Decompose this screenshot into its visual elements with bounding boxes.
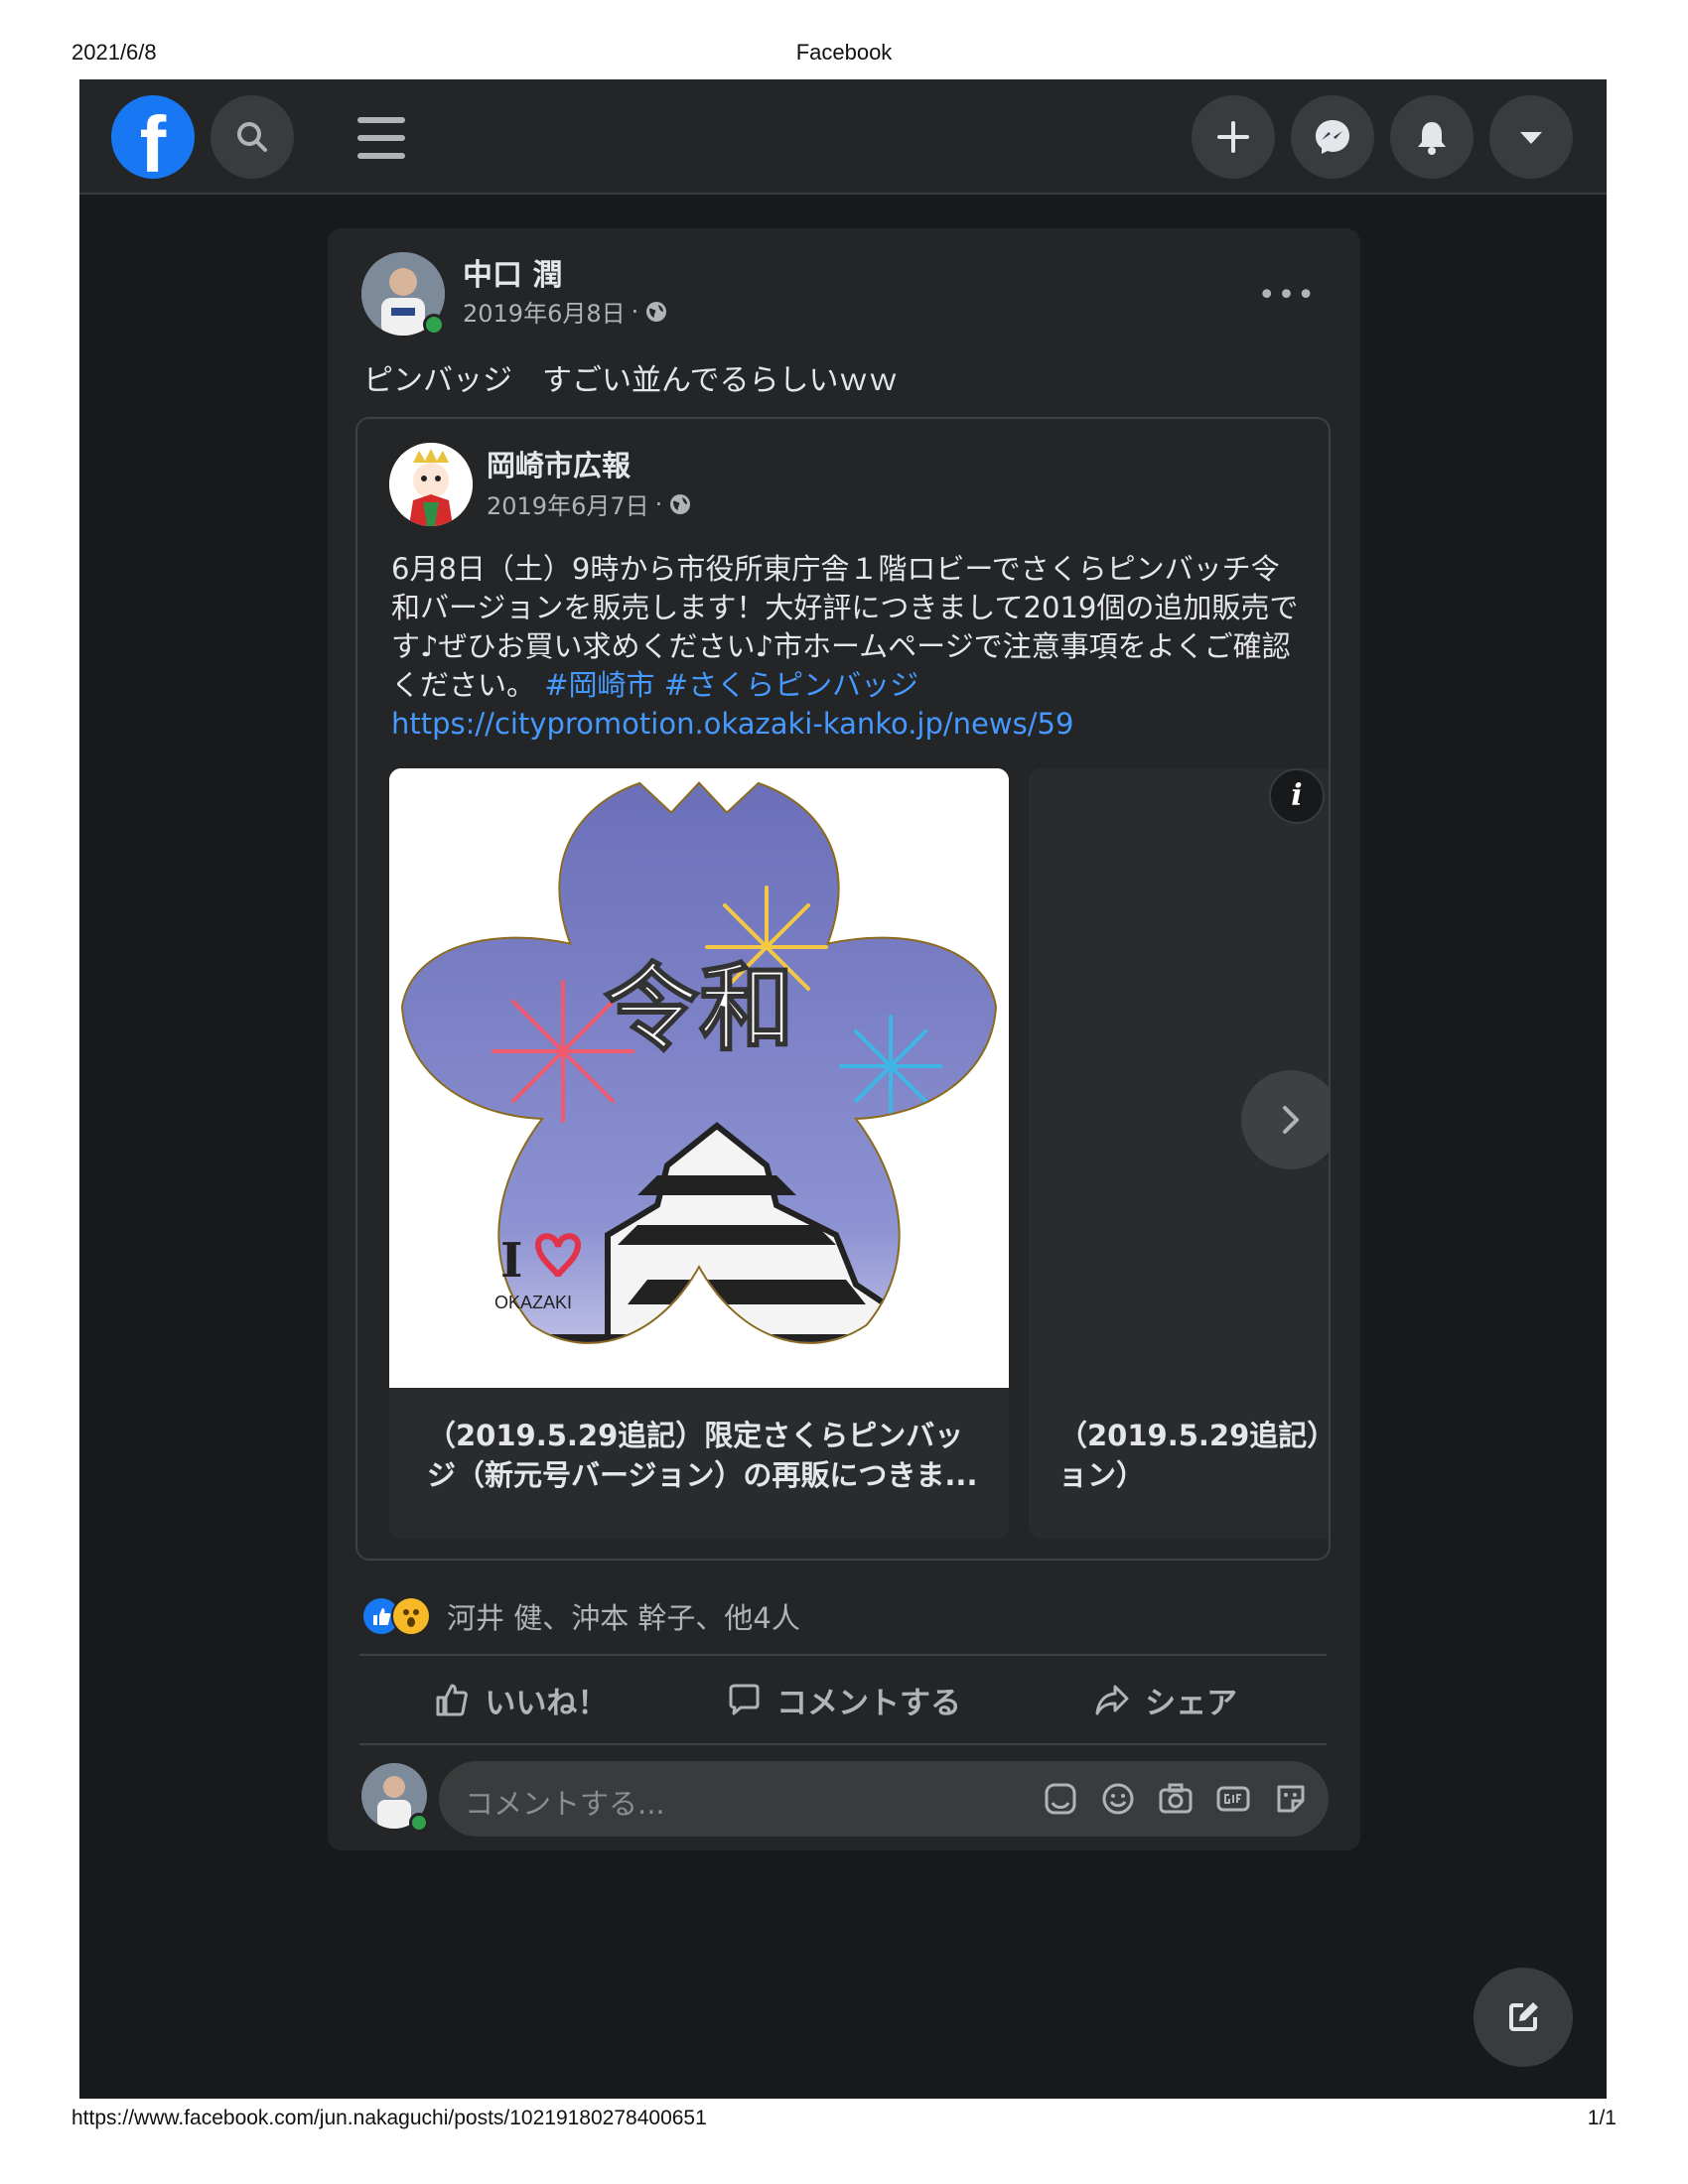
share-icon bbox=[1095, 1685, 1129, 1715]
avatar-sticker-icon[interactable] bbox=[1041, 1779, 1080, 1819]
globe-icon bbox=[670, 493, 691, 514]
comment-label: コメントする bbox=[776, 1685, 961, 1721]
emoji-icon[interactable] bbox=[1098, 1779, 1138, 1819]
messenger-button[interactable] bbox=[1291, 95, 1374, 179]
link-card-1-caption[interactable]: （2019.5.29追記）限定さくらピンバッジ（新元号バージョン）の再販につきま… bbox=[427, 1416, 983, 1495]
reaction-summary[interactable]: 河井 健、沖本 幹子、他4人 bbox=[361, 1594, 800, 1638]
comment-icon bbox=[729, 1684, 760, 1715]
messenger-icon bbox=[1316, 120, 1349, 154]
globe-icon bbox=[646, 301, 667, 322]
gif-icon[interactable] bbox=[1213, 1779, 1253, 1819]
hashtag-pinbadge-link[interactable]: #さくらピンバッジ bbox=[664, 668, 918, 702]
carousel-next-button[interactable] bbox=[1241, 1070, 1329, 1169]
reaction-names[interactable]: 河井 健、沖本 幹子、他4人 bbox=[447, 1595, 800, 1637]
search-icon bbox=[237, 122, 267, 152]
divider bbox=[359, 1743, 1327, 1745]
comment-button[interactable]: コメントする bbox=[682, 1658, 1005, 1741]
bell-icon bbox=[1418, 122, 1446, 155]
print-footer: https://www.facebook.com/jun.nakaguchi/p… bbox=[71, 2107, 1617, 2136]
search-button[interactable] bbox=[211, 95, 294, 179]
info-icon[interactable]: i bbox=[1269, 768, 1325, 824]
new-message-button[interactable] bbox=[1474, 1968, 1573, 2067]
notifications-button[interactable] bbox=[1390, 95, 1474, 179]
sticker-icon[interactable] bbox=[1271, 1779, 1311, 1819]
hashtag-okazaki-link[interactable]: #岡崎市 bbox=[544, 668, 654, 702]
meta-separator: · bbox=[631, 297, 639, 326]
camera-icon[interactable] bbox=[1156, 1779, 1196, 1819]
like-label: いいね！ bbox=[485, 1685, 609, 1721]
badge-reiwa-text: 令和 bbox=[604, 952, 794, 1064]
print-url: https://www.facebook.com/jun.nakaguchi/p… bbox=[71, 2107, 707, 2129]
online-status-dot bbox=[409, 1813, 429, 1833]
online-status-dot bbox=[423, 314, 445, 336]
account-menu-button[interactable] bbox=[1489, 95, 1573, 179]
menu-icon[interactable] bbox=[357, 117, 405, 159]
print-page-number: 1/1 bbox=[1587, 2107, 1617, 2129]
badge-brand-text: OKAZAKI bbox=[494, 1293, 572, 1312]
print-title: Facebook bbox=[795, 40, 893, 65]
pin-badge-image: 令和 I OKAZAKI bbox=[389, 768, 1009, 1388]
shared-post: 岡崎市広報 2019年6月7日 · 6月8日（土）9時から市役所東庁舎１階ロビー… bbox=[355, 417, 1331, 1561]
thumbs-up-icon bbox=[436, 1684, 469, 1716]
post-date[interactable]: 2019年6月8日 bbox=[463, 294, 626, 329]
shared-meta: 2019年6月7日 · bbox=[487, 486, 692, 521]
chevron-right-icon bbox=[1283, 1106, 1299, 1134]
post-text: ピンバッジ すごい並んでるらしいｗｗ bbox=[363, 363, 899, 398]
divider bbox=[359, 1654, 1327, 1656]
more-options-icon[interactable]: ••• bbox=[1258, 278, 1317, 313]
post-card: 中口 潤 2019年6月8日 · ••• ピンバッジ すごい並んでるらしいｗｗ bbox=[328, 228, 1360, 1850]
svg-text:I: I bbox=[500, 1233, 522, 1289]
page-name[interactable]: 岡崎市広報 bbox=[487, 443, 631, 484]
comment-tools bbox=[1041, 1779, 1311, 1819]
shared-post-text: 6月8日（土）9時から市役所東庁舎１階ロビーでさくらピンバッチ令和バージョンを販… bbox=[391, 550, 1305, 744]
mascot-image bbox=[389, 443, 473, 526]
link-card-2-caption[interactable]: （2019.5.29追記）限定（新元号バージョン） bbox=[1058, 1416, 1329, 1495]
sakura-badge-graphic: 令和 I OKAZAKI bbox=[389, 768, 1009, 1388]
top-navigation-bar: f bbox=[79, 79, 1607, 195]
comment-placeholder: コメントする... bbox=[465, 1787, 665, 1821]
shared-meta-separator: · bbox=[654, 489, 663, 518]
facebook-screen: f 中口 潤 2019年6月8日 · ••• ピンバッジ すごい並んでるらしいｗ… bbox=[79, 79, 1607, 2099]
like-button[interactable]: いいね！ bbox=[359, 1658, 682, 1741]
post-meta: 2019年6月8日 · bbox=[463, 294, 668, 329]
plus-icon bbox=[1217, 121, 1249, 153]
caret-down-icon bbox=[1520, 132, 1542, 144]
compose-icon bbox=[1509, 2002, 1538, 2031]
shared-date[interactable]: 2019年6月7日 bbox=[487, 486, 649, 521]
page-avatar[interactable] bbox=[389, 443, 473, 526]
wow-reaction-icon bbox=[391, 1596, 431, 1636]
external-link[interactable]: https://citypromotion.okazaki-kanko.jp/n… bbox=[391, 707, 1073, 741]
share-button[interactable]: シェア bbox=[1004, 1658, 1327, 1741]
share-label: シェア bbox=[1145, 1685, 1238, 1721]
create-button[interactable] bbox=[1192, 95, 1275, 179]
post-actions: いいね！ コメントする シェア bbox=[359, 1658, 1327, 1741]
author-name[interactable]: 中口 潤 bbox=[463, 250, 562, 294]
print-header: 2021/6/8 Facebook bbox=[71, 40, 1617, 69]
facebook-logo-icon[interactable]: f bbox=[111, 95, 195, 179]
link-card-1[interactable]: 令和 I OKAZAKI （2019.5.29追記）限定さくらピンバッジ（新元号… bbox=[389, 768, 1009, 1539]
comment-input[interactable]: コメントする... bbox=[439, 1761, 1329, 1837]
